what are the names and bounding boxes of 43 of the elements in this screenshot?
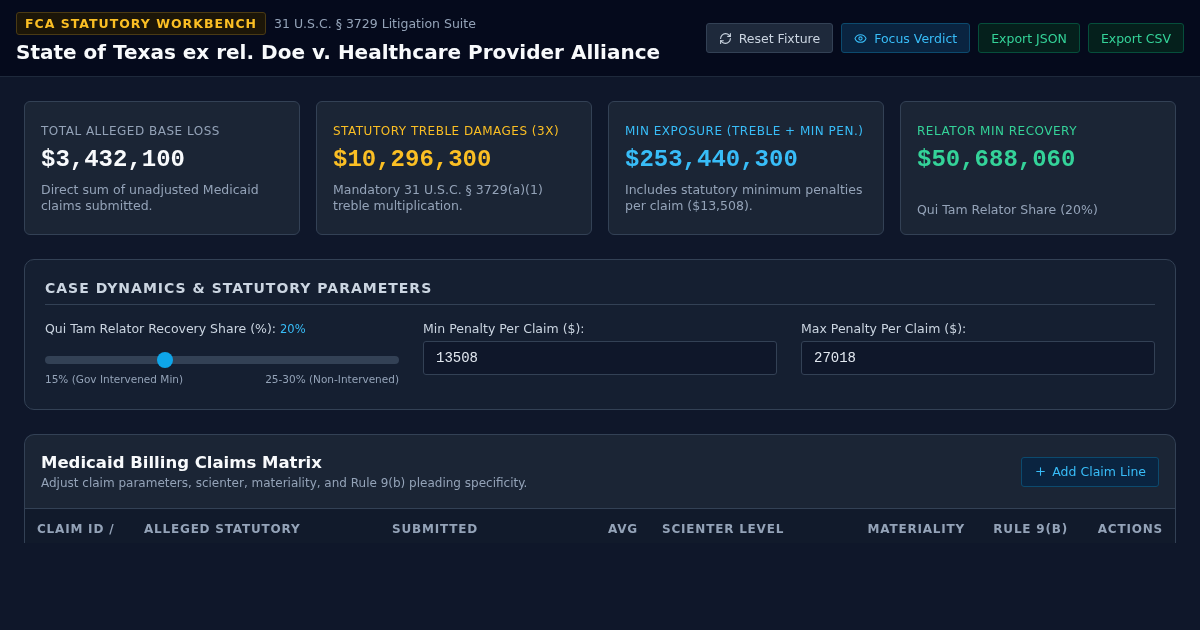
slider-label: Qui Tam Relator Recovery Share (%): — [45, 321, 276, 336]
input-field[interactable]: 27018 — [801, 341, 1155, 375]
metric-value: $10,296,300 — [333, 146, 493, 173]
toolbar-button[interactable]: Focus Verdict — [841, 23, 971, 53]
metric-label: MIN EXPOSURE (TREBLE + MIN PEN.) — [625, 124, 865, 138]
metric-note: Direct sum of unadjusted Medicaid claims submitted. — [41, 182, 260, 214]
column-header: SUBMITTED — [392, 522, 478, 538]
slider-thumb[interactable] — [157, 352, 174, 368]
toolbar-button[interactable]: Export CSV — [1087, 23, 1184, 53]
metric-value: $3,432,100 — [41, 146, 187, 173]
slider-min-label: 15% (Gov Intervened Min) — [45, 373, 184, 385]
toolbar-button[interactable]: Export JSON — [978, 23, 1080, 53]
field-label: Min Penalty Per Claim ($): — [423, 321, 586, 336]
metric-label: TOTAL ALLEGED BASE LOSS — [41, 124, 221, 138]
eye-icon — [854, 31, 868, 45]
column-header: RULE 9(B) — [993, 522, 1068, 538]
field-label: Max Penalty Per Claim ($): — [801, 321, 968, 336]
app-subtitle: 31 U.S.C. § 3729 Litigation Suite — [274, 16, 476, 31]
slider-reading: 20% — [280, 321, 306, 336]
refresh-icon — [718, 31, 732, 45]
column-header: MATERIALITY — [867, 522, 965, 538]
metric-note: Qui Tam Relator Share (20%) — [917, 202, 1099, 218]
metric-value: $253,440,300 — [625, 146, 799, 173]
metric-label: STATUTORY TREBLE DAMAGES (3X) — [333, 124, 561, 138]
card-subtitle: Adjust claim parameters, scienter, materiality, and Rule 9(b) pleading specificity. — [41, 476, 528, 490]
metric-value: $50,688,060 — [917, 146, 1077, 173]
column-header: CLAIM ID / — [37, 522, 115, 538]
card-title: Medicaid Billing Claims Matrix — [41, 453, 323, 472]
toolbar-button[interactable]: Reset Fixture — [705, 23, 834, 53]
app-badge: FCA STATUTORY WORKBENCH — [16, 12, 267, 35]
metric-note: Mandatory 31 U.S.C. § 3729(a)(1) treble multiplication. — [333, 182, 544, 214]
case-title: State of Texas ex rel. Doe v. Healthcare Provider Alliance — [16, 40, 661, 64]
column-header: ALLEGED STATUTORY — [144, 522, 301, 538]
column-header: ACTIONS — [1097, 522, 1163, 538]
metric-label: RELATOR MIN RECOVERY — [917, 124, 1078, 138]
column-header: SCIENTER LEVEL — [662, 522, 785, 538]
metric-note: Includes statutory minimum penalties per claim ($13,508). — [625, 182, 864, 214]
panel-title: CASE DYNAMICS & STATUTORY PARAMETERS — [45, 280, 1155, 305]
plus-icon — [1034, 465, 1048, 478]
slider-max-label: 25-30% (Non-Intervened) — [265, 373, 399, 385]
column-header: AVG — [608, 522, 638, 538]
input-field[interactable]: 13508 — [423, 341, 777, 375]
add-claim-button[interactable]: Add Claim Line — [1021, 456, 1159, 487]
